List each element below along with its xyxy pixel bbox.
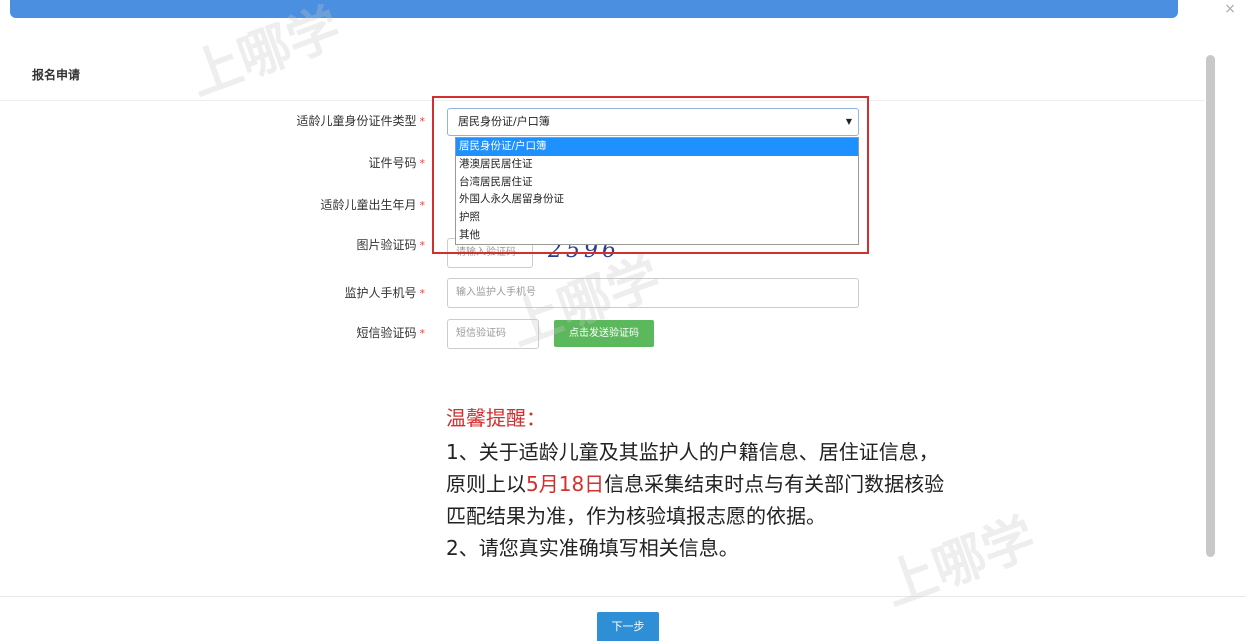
phone-input[interactable]: 输入监护人手机号 (447, 278, 859, 308)
footer-divider (0, 596, 1246, 597)
notice-line-2: 原则上以5月18日信息采集结束时点与有关部门数据核验 (446, 472, 945, 496)
dialog-header-bar (10, 0, 1178, 18)
notice-line-1: 1、关于适龄儿童及其监护人的户籍信息、居住证信息， (446, 440, 939, 464)
notice-line-4: 2、请您真实准确填写相关信息。 (446, 536, 739, 560)
notice-line-3: 匹配结果为准，作为核验填报志愿的依据。 (446, 504, 826, 528)
notice-date: 5月18日 (526, 472, 605, 496)
id-type-label: 适龄儿童身份证件类型 * (296, 114, 426, 128)
sms-code-placeholder: 短信验证码 (456, 328, 506, 339)
birth-date-label: 适龄儿童出生年月 * (320, 198, 426, 212)
highlight-annotation-box (432, 96, 869, 254)
close-icon[interactable]: × (1224, 2, 1236, 16)
required-mark: * (419, 287, 426, 300)
captcha-label: 图片验证码 * (356, 238, 426, 252)
notice-block: 温馨提醒： 1、关于适龄儿童及其监护人的户籍信息、居住证信息， 原则上以5月18… (446, 404, 1066, 564)
phone-placeholder: 输入监护人手机号 (456, 287, 536, 298)
section-title: 报名申请 (32, 68, 81, 82)
required-mark: * (419, 115, 426, 128)
id-number-label: 证件号码 * (368, 156, 426, 170)
sms-code-input[interactable]: 短信验证码 (447, 319, 539, 349)
required-mark: * (419, 157, 426, 170)
scrollbar-thumb[interactable] (1206, 55, 1215, 557)
notice-title: 温馨提醒： (446, 406, 546, 430)
next-step-button[interactable]: 下一步 (597, 612, 659, 641)
sms-code-label: 短信验证码 * (356, 326, 426, 340)
required-mark: * (419, 199, 426, 212)
required-mark: * (419, 239, 426, 252)
required-mark: * (419, 327, 426, 340)
phone-label: 监护人手机号 * (344, 286, 426, 300)
send-sms-button[interactable]: 点击发送验证码 (554, 320, 654, 347)
